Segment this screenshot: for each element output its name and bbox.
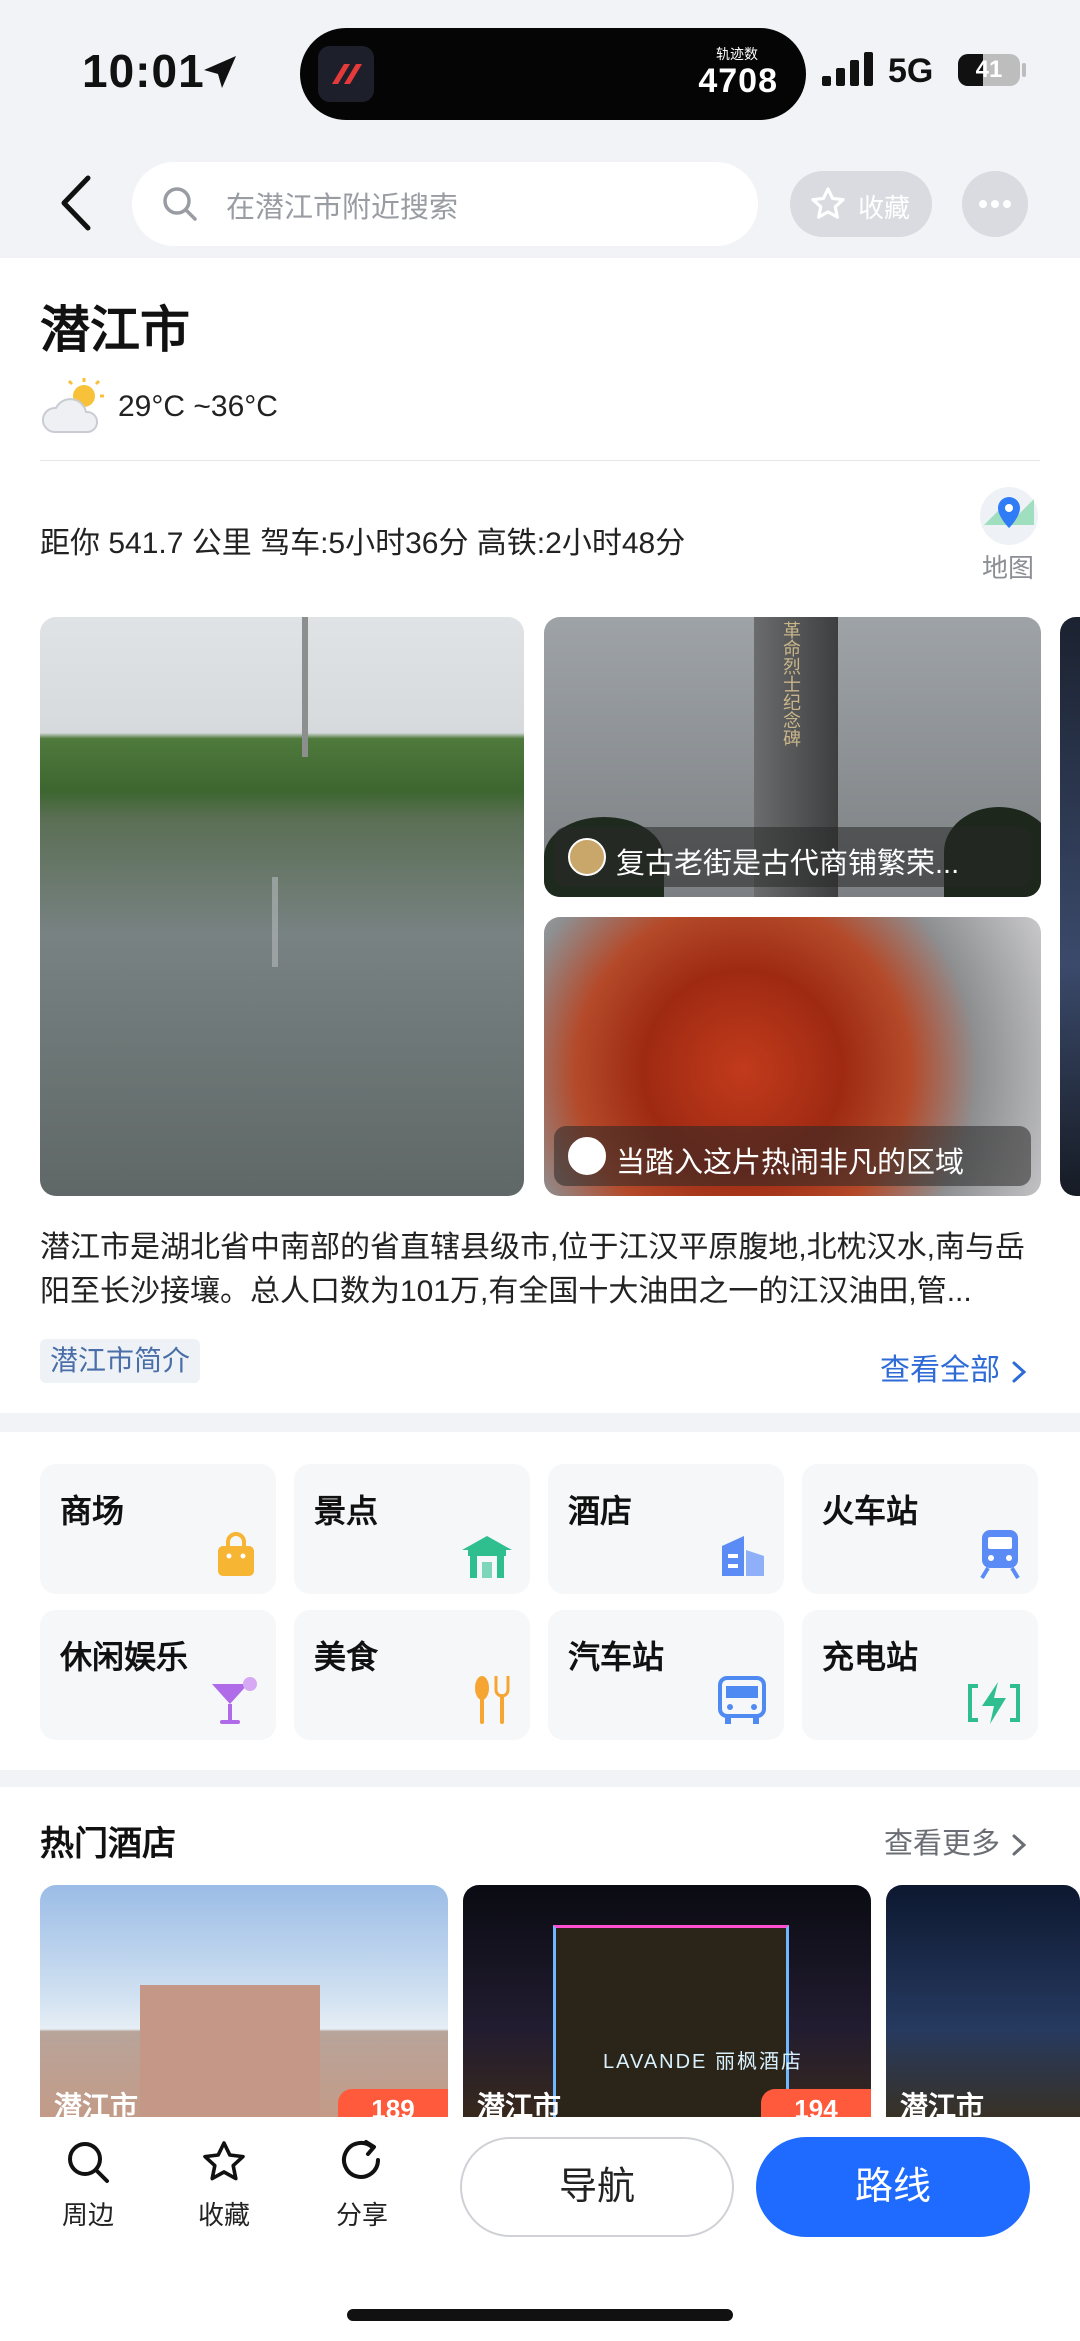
temperature-range: 29°C ~36°C bbox=[118, 390, 278, 423]
category-attraction[interactable]: 景点 bbox=[294, 1464, 530, 1594]
photo-caption-text: 当踏入这片热闹非凡的区域 bbox=[616, 1147, 965, 1179]
battery-icon: 41 bbox=[958, 54, 1020, 86]
star-icon bbox=[811, 187, 845, 219]
divider bbox=[40, 460, 1040, 461]
see-more-label: 查看更多 bbox=[884, 1828, 1001, 1860]
category-label: 汽车站 bbox=[568, 1639, 665, 1675]
category-grid: 商场 景点 酒店 火车站 休闲娱乐 美食 汽车站 充电站 bbox=[0, 1432, 1080, 1770]
route-button[interactable]: 路线 bbox=[756, 2137, 1030, 2237]
photo-pole-reflection bbox=[272, 877, 278, 967]
city-photo-night[interactable] bbox=[1060, 617, 1080, 1196]
search-icon bbox=[163, 187, 197, 221]
home-indicator[interactable] bbox=[347, 2309, 733, 2321]
hotel-photo-building bbox=[140, 1985, 320, 2125]
distance-info: 距你 541.7 公里 驾车:5小时36分 高铁:2小时48分 bbox=[40, 527, 686, 560]
status-bar: 10:01 轨迹数 4708 5G 41 bbox=[0, 0, 1080, 150]
city-photo-monument[interactable]: 革命烈士纪念碑 复古老街是古代商铺繁荣... bbox=[544, 617, 1041, 897]
track-count-value: 4708 bbox=[698, 62, 778, 100]
hot-hotels-title: 热门酒店 bbox=[40, 1825, 176, 1863]
map-pin-icon[interactable] bbox=[978, 485, 1040, 547]
photo-caption-text: 复古老街是古代商铺繁荣... bbox=[616, 848, 960, 880]
share-button[interactable] bbox=[312, 2138, 412, 2191]
train-icon bbox=[980, 1530, 1020, 1580]
see-more-link[interactable]: 查看更多 bbox=[884, 1820, 1030, 1862]
category-label: 美食 bbox=[314, 1639, 379, 1675]
chevron-right-icon bbox=[1012, 1361, 1027, 1383]
see-all-label: 查看全部 bbox=[880, 1354, 1000, 1387]
favorite-tool-button[interactable] bbox=[174, 2138, 274, 2191]
fork-spoon-icon bbox=[475, 1676, 510, 1724]
shopping-bag-icon bbox=[218, 1532, 254, 1576]
battery-level: 41 bbox=[975, 56, 1003, 83]
category-label: 休闲娱乐 bbox=[60, 1639, 189, 1675]
favorite-button[interactable]: 收藏 bbox=[790, 171, 932, 237]
favorite-button-label: 收藏 bbox=[858, 193, 911, 223]
battery-cap bbox=[1022, 63, 1026, 77]
hotel-photo-building bbox=[553, 1925, 789, 2125]
monument-inscription: 革命烈士纪念碑 bbox=[781, 621, 801, 747]
track-count-label: 轨迹数 bbox=[716, 46, 758, 62]
location-arrow-icon bbox=[204, 56, 236, 88]
favorite-tool-label: 收藏 bbox=[197, 2200, 250, 2230]
hotel-card[interactable]: 潜江市 bbox=[886, 1885, 1080, 2125]
share-icon bbox=[342, 2140, 380, 2179]
city-intro-tag: 潜江市简介 bbox=[40, 1339, 201, 1383]
map-label[interactable]: 地图 bbox=[978, 548, 1038, 585]
category-charging-station[interactable]: 充电站 bbox=[802, 1610, 1038, 1740]
charging-icon bbox=[968, 1682, 1020, 1724]
chevron-right-icon bbox=[1012, 1834, 1027, 1856]
signal-bars-icon bbox=[822, 52, 873, 86]
category-label: 商场 bbox=[60, 1493, 125, 1529]
city-photo-crawfish[interactable]: 当踏入这片热闹非凡的区域 bbox=[544, 917, 1041, 1196]
nearby-label: 周边 bbox=[61, 2200, 114, 2230]
more-dots-icon bbox=[979, 200, 1011, 208]
search-icon bbox=[68, 2142, 109, 2183]
category-mall[interactable]: 商场 bbox=[40, 1464, 276, 1594]
bus-icon bbox=[718, 1676, 766, 1724]
dynamic-island[interactable]: 轨迹数 4708 bbox=[300, 28, 806, 120]
category-entertainment[interactable]: 休闲娱乐 bbox=[40, 1610, 276, 1740]
cocktail-icon bbox=[212, 1677, 257, 1724]
category-label: 景点 bbox=[314, 1493, 379, 1529]
avatar bbox=[568, 838, 606, 876]
category-train-station[interactable]: 火车站 bbox=[802, 1464, 1038, 1594]
app-logo-icon bbox=[318, 46, 374, 102]
share-label: 分享 bbox=[335, 2200, 388, 2230]
category-label: 充电站 bbox=[822, 1639, 919, 1675]
category-label: 酒店 bbox=[568, 1493, 633, 1529]
hotel-card[interactable]: 潜江市 189 bbox=[40, 1885, 448, 2125]
category-label: 火车站 bbox=[822, 1493, 919, 1529]
star-icon bbox=[203, 2141, 245, 2181]
hotel-card[interactable]: LAVANDE 丽枫酒店 潜江市 194 bbox=[463, 1885, 871, 2125]
status-time: 10:01 bbox=[82, 45, 205, 97]
nearby-button[interactable] bbox=[38, 2138, 138, 2191]
more-button[interactable] bbox=[962, 171, 1028, 237]
pavilion-icon bbox=[462, 1536, 512, 1578]
navigate-button[interactable]: 导航 bbox=[460, 2137, 734, 2237]
photo-pole bbox=[302, 617, 308, 757]
partly-sunny-icon bbox=[42, 378, 104, 433]
city-name: 潜江市 bbox=[40, 302, 190, 358]
city-intro-text: 潜江市是湖北省中南部的省直辖县级市,位于江汉平原腹地,北枕汉水,南与岳阳至长沙接… bbox=[40, 1231, 1026, 1308]
building-icon bbox=[722, 1536, 764, 1576]
category-bus-station[interactable]: 汽车站 bbox=[548, 1610, 784, 1740]
city-photo-lake[interactable] bbox=[40, 617, 524, 1196]
search-bar[interactable]: 在潜江市附近搜索 bbox=[132, 162, 758, 246]
search-placeholder[interactable]: 在潜江市附近搜索 bbox=[226, 184, 458, 226]
network-type: 5G bbox=[888, 52, 934, 90]
photo-caption: 当踏入这片热闹非凡的区域 bbox=[554, 1126, 1031, 1186]
category-hotel[interactable]: 酒店 bbox=[548, 1464, 784, 1594]
avatar bbox=[568, 1137, 606, 1175]
see-all-link[interactable]: 查看全部 bbox=[880, 1345, 1030, 1389]
photo-caption: 复古老街是古代商铺繁荣... bbox=[554, 827, 1031, 887]
category-food[interactable]: 美食 bbox=[294, 1610, 530, 1740]
hotel-sign: LAVANDE 丽枫酒店 bbox=[603, 2051, 803, 2073]
back-arrow-icon[interactable] bbox=[52, 170, 102, 236]
